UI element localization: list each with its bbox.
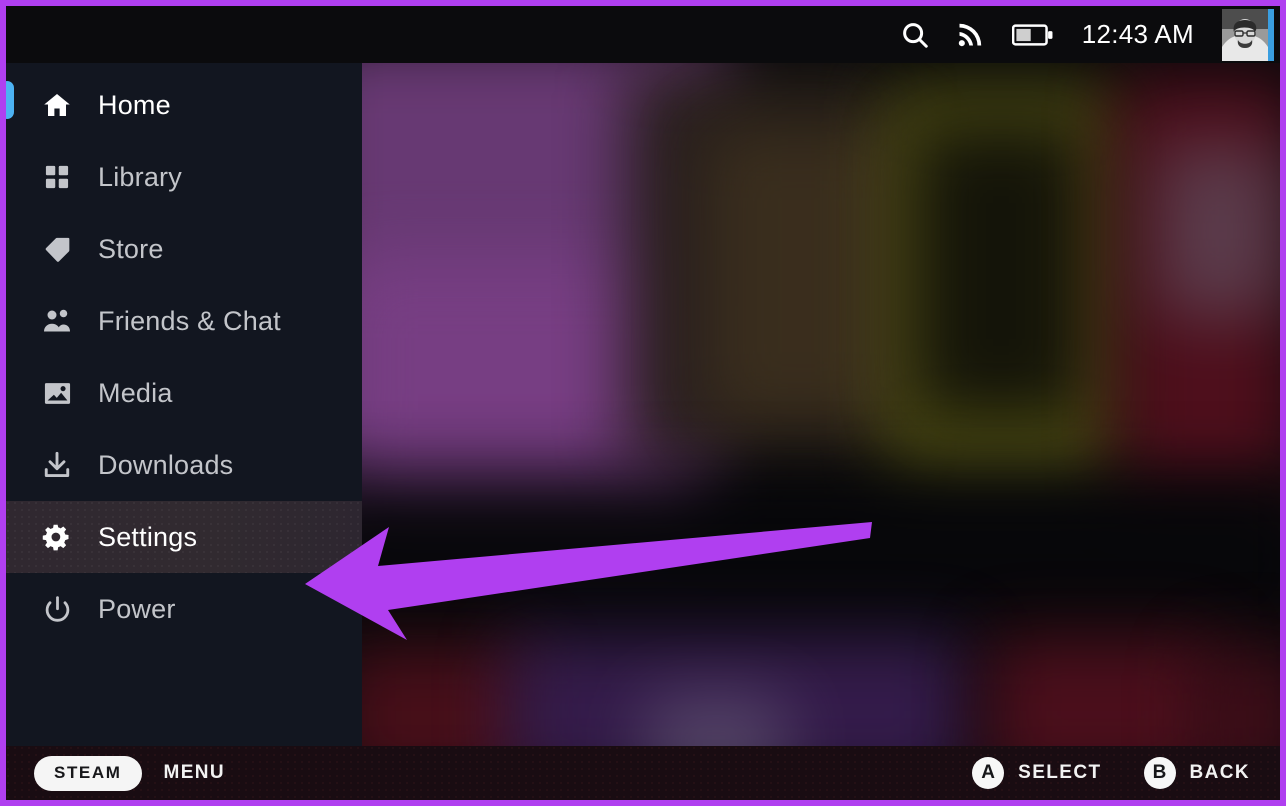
people-icon	[40, 304, 74, 338]
search-icon[interactable]	[900, 20, 930, 50]
sidebar-item-settings[interactable]: Settings	[6, 501, 362, 573]
sidebar-item-power[interactable]: Power	[6, 573, 362, 645]
sidebar-item-label: Power	[98, 593, 176, 624]
clock: 12:43 AM	[1081, 19, 1194, 49]
steam-button[interactable]: STEAM	[34, 755, 142, 791]
sidebar-item-label: Store	[98, 233, 164, 264]
annotated-screenshot-frame: 12:43 AM Home Library Store Friends & Ch…	[0, 0, 1286, 806]
home-icon	[40, 88, 74, 122]
avatar-image	[1222, 8, 1268, 61]
sidebar-item-library[interactable]: Library	[6, 141, 362, 213]
hint-select: A SELECT	[972, 757, 1101, 789]
grid-icon	[40, 160, 74, 194]
download-icon	[40, 448, 74, 482]
power-icon	[40, 592, 74, 626]
focus-indicator	[6, 81, 14, 119]
bottom-bar-right: A SELECT B BACK	[930, 757, 1280, 789]
sidebar-item-home[interactable]: Home	[6, 69, 362, 141]
gear-icon	[40, 520, 74, 554]
hint-back: B BACK	[1143, 757, 1251, 789]
battery-icon	[1011, 23, 1054, 47]
hint-back-label: BACK	[1189, 762, 1250, 783]
online-status-indicator	[1268, 8, 1274, 61]
bottom-hint-bar: STEAM MENU A SELECT B BACK	[6, 746, 1280, 800]
sidebar-item-friends-chat[interactable]: Friends & Chat	[6, 285, 362, 357]
main-menu-sidebar: Home Library Store Friends & Chat Media …	[6, 63, 362, 746]
wifi-signal-icon[interactable]	[956, 21, 984, 49]
hint-select-label: SELECT	[1018, 762, 1102, 783]
sidebar-item-label: Friends & Chat	[98, 305, 281, 336]
steam-deck-ui: 12:43 AM Home Library Store Friends & Ch…	[6, 6, 1280, 800]
a-button-badge: A	[972, 757, 1005, 789]
sidebar-item-downloads[interactable]: Downloads	[6, 429, 362, 501]
sidebar-item-label: Settings	[98, 521, 198, 552]
image-icon	[40, 376, 74, 410]
status-bar: 12:43 AM	[6, 6, 1280, 63]
tag-icon	[40, 232, 74, 266]
avatar[interactable]	[1222, 8, 1274, 61]
sidebar-item-label: Library	[98, 161, 182, 192]
sidebar-item-label: Downloads	[98, 449, 234, 480]
menu-label: MENU	[163, 762, 226, 783]
sidebar-item-label: Home	[98, 89, 171, 120]
sidebar-item-media[interactable]: Media	[6, 357, 362, 429]
bottom-bar-left: STEAM MENU	[6, 755, 226, 791]
sidebar-item-store[interactable]: Store	[6, 213, 362, 285]
b-button-badge: B	[1143, 757, 1176, 789]
sidebar-item-label: Media	[98, 377, 173, 408]
